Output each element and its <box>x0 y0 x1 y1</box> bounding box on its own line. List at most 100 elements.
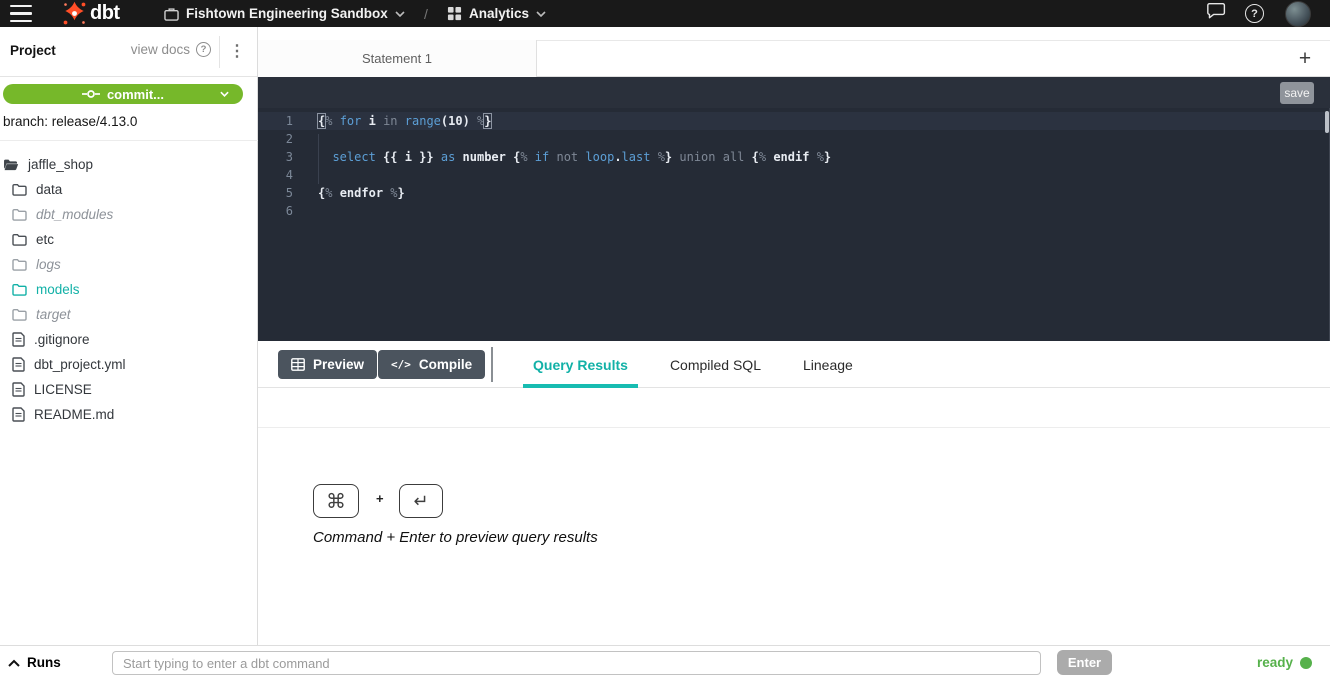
line-number: 1 <box>258 112 293 130</box>
code-line-1[interactable]: 1{% for i in range(10) %} <box>258 112 1330 130</box>
file-explorer-sidebar: Project view docs ? ⋮ commit... branch: … <box>0 27 258 645</box>
commit-button[interactable]: commit... <box>3 84 243 104</box>
briefcase-icon <box>164 7 179 21</box>
chevron-up-icon <box>8 659 20 667</box>
code-lines: 1{% for i in range(10) %}23 select {{ i … <box>258 112 1330 220</box>
user-avatar[interactable] <box>1285 1 1311 27</box>
dbt-logo[interactable]: dbt <box>62 1 120 26</box>
indent-guide <box>318 134 319 184</box>
workspace-name: Fishtown Engineering Sandbox <box>186 6 388 21</box>
tree-item-label: README.md <box>34 407 114 422</box>
chat-icon[interactable] <box>1206 2 1226 25</box>
enter-button[interactable]: Enter <box>1057 650 1112 675</box>
code-line-5[interactable]: 5 {% endfor %} <box>258 184 1330 202</box>
runs-drawer-toggle[interactable]: Runs <box>8 646 61 678</box>
code-line-4[interactable]: 4 <box>258 166 1330 184</box>
tree-item-label: target <box>36 307 71 322</box>
status-dot <box>1300 657 1312 669</box>
file-icon <box>12 407 25 422</box>
folder-icon <box>12 308 27 321</box>
branch-label: branch: release/4.13.0 <box>3 114 137 129</box>
save-button[interactable]: save <box>1280 82 1314 104</box>
folder-icon <box>12 183 27 196</box>
workspace-switcher[interactable]: Fishtown Engineering Sandbox <box>164 0 405 27</box>
tree-item-logs[interactable]: logs <box>0 252 258 277</box>
tree-item-etc[interactable]: etc <box>0 227 258 252</box>
dbt-command-input[interactable] <box>112 651 1041 675</box>
status-label: ready <box>1257 655 1293 670</box>
line-number: 4 <box>258 166 293 184</box>
new-tab-button[interactable]: + <box>1290 40 1320 77</box>
line-number: 2 <box>258 130 293 148</box>
editor-tab-statement-1[interactable]: Statement 1 <box>258 40 537 77</box>
chevron-down-icon <box>536 11 546 17</box>
tree-item-label: jaffle_shop <box>28 157 93 172</box>
dbt-logo-text: dbt <box>90 1 120 26</box>
folder-icon <box>12 208 27 221</box>
project-switcher[interactable]: Analytics <box>447 0 546 27</box>
hamburger-menu-icon[interactable] <box>10 5 32 22</box>
tab-compiled-sql[interactable]: Compiled SQL <box>670 341 761 388</box>
tree-item-label: dbt_project.yml <box>34 357 126 372</box>
breadcrumb-separator: / <box>424 0 428 27</box>
table-grid-icon <box>291 358 305 371</box>
sidebar-header: Project view docs ? ⋮ <box>0 27 257 77</box>
divider <box>0 140 258 141</box>
tree-item-target[interactable]: target <box>0 302 258 327</box>
folder-icon <box>12 258 27 271</box>
sidebar-title: Project <box>10 43 56 58</box>
folder-icon <box>12 233 27 246</box>
tree-item-dbt-project-yml[interactable]: dbt_project.yml <box>0 352 258 377</box>
code-line-6[interactable]: 6 <box>258 202 1330 220</box>
tab-lineage[interactable]: Lineage <box>803 341 853 388</box>
view-docs-link[interactable]: view docs ? <box>131 42 211 57</box>
editor-scrollbar-thumb[interactable] <box>1325 111 1329 133</box>
tree-item-label: models <box>36 282 80 297</box>
project-name: Analytics <box>469 6 529 21</box>
folder-icon <box>12 283 27 296</box>
code-line-2[interactable]: 2 <box>258 130 1330 148</box>
code-editor[interactable]: 1{% for i in range(10) %}23 select {{ i … <box>258 108 1330 341</box>
tree-item-license[interactable]: LICENSE <box>0 377 258 402</box>
line-number: 6 <box>258 202 293 220</box>
file-icon <box>12 332 25 347</box>
divider <box>219 36 220 68</box>
command-run-bar: Runs Enter ready <box>0 645 1330 678</box>
tree-item-dbt-modules[interactable]: dbt_modules <box>0 202 258 227</box>
kebab-menu-icon[interactable]: ⋮ <box>229 41 245 63</box>
folder-open-icon <box>3 158 19 171</box>
help-circle-icon: ? <box>196 42 211 57</box>
editor-tab-bar: Statement 1 + <box>258 27 1330 77</box>
results-tabs: Query Results Compiled SQL Lineage <box>533 341 853 388</box>
results-panel-header: Preview </> Compile Query Results Compile… <box>258 341 1330 388</box>
grid-icon <box>447 6 462 21</box>
file-tree: jaffle_shopdata dbt_modulesetc logs models t… <box>0 152 258 427</box>
help-icon[interactable]: ? <box>1245 4 1264 23</box>
tree-item-readme-md[interactable]: README.md <box>0 402 258 427</box>
tree-item-label: dbt_modules <box>36 207 113 222</box>
tree-item-label: .gitignore <box>34 332 90 347</box>
tab-query-results[interactable]: Query Results <box>533 341 628 388</box>
tree-item--gitignore[interactable]: .gitignore <box>0 327 258 352</box>
command-key-icon: ⌘ <box>313 484 359 518</box>
dbt-ide-app: dbt Fishtown Engineering Sandbox / Analy… <box>0 0 1330 678</box>
top-bar: dbt Fishtown Engineering Sandbox / Analy… <box>0 0 1330 27</box>
code-line-3[interactable]: 3 select {{ i }} as number {% if not loo… <box>258 148 1330 166</box>
tree-item-label: logs <box>36 257 61 272</box>
enter-key-icon: ↵ <box>399 484 443 518</box>
results-empty-state: ⌘ + ↵ Command + Enter to preview query r… <box>258 428 1330 645</box>
tree-item-jaffle-shop[interactable]: jaffle_shop <box>0 152 258 177</box>
preview-button[interactable]: Preview <box>278 350 377 379</box>
tree-item-data[interactable]: data <box>0 177 258 202</box>
editor-toolbar: save <box>258 77 1330 108</box>
line-number: 5 <box>258 184 293 202</box>
compile-button[interactable]: </> Compile <box>378 350 485 379</box>
code-text: {% endfor %} <box>318 184 405 202</box>
hint-text: Command + Enter to preview query results <box>313 529 598 546</box>
file-icon <box>12 357 25 372</box>
tree-item-models[interactable]: models <box>0 277 258 302</box>
file-icon <box>12 382 25 397</box>
status-indicator: ready <box>1257 646 1312 678</box>
tree-item-label: LICENSE <box>34 382 92 397</box>
divider <box>491 347 493 382</box>
